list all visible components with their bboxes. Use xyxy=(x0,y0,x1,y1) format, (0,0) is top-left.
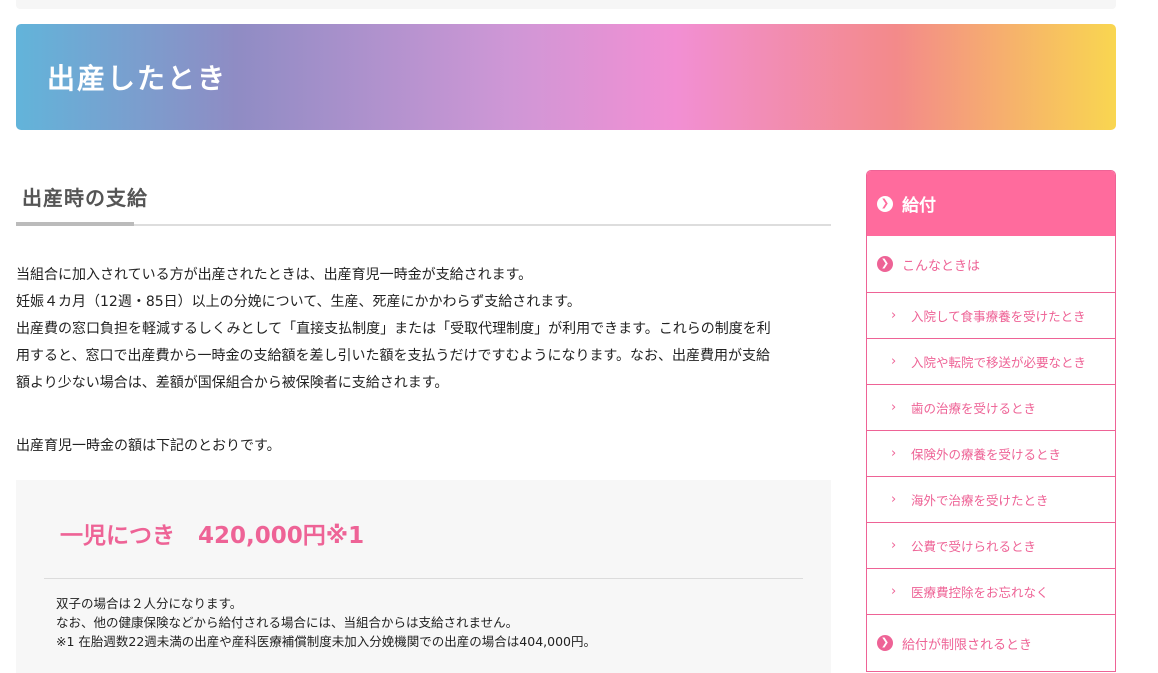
chevron-right-icon: › xyxy=(891,400,897,415)
sidebar-header-label: 給付 xyxy=(902,196,936,216)
page-hero-banner: 出産したとき xyxy=(16,24,1116,130)
sidebar-item-label: 医療費控除をお忘れなく xyxy=(911,585,1049,600)
sidebar-category-label: 給付が制限されるとき xyxy=(902,637,1033,653)
sidebar-header[interactable]: ❯ 給付 xyxy=(867,171,1115,236)
sidebar-nav: ❯ 給付 ❯ こんなときは › 入院して食事療養を受けたとき › 入院や転院で移… xyxy=(866,170,1116,672)
sidebar-item-label: 入院して食事療養を受けたとき xyxy=(911,309,1086,324)
paragraph-line: 出産費の窓口負担を軽減するしくみとして「直接支払制度」または「受取代理制度」が利… xyxy=(16,321,771,337)
sidebar-item-iryohi-kojo[interactable]: › 医療費控除をお忘れなく xyxy=(867,569,1115,615)
section-heading-text: 出産時の支給 xyxy=(22,186,148,210)
sidebar-item-shokuji-ryoyo[interactable]: › 入院して食事療養を受けたとき xyxy=(867,293,1115,339)
benefit-notes: 双子の場合は２人分になります。 なお、他の健康保険などから給付される場合には、当… xyxy=(56,594,596,651)
sidebar-item-label: 入院や転院で移送が必要なとき xyxy=(911,355,1087,370)
description-paragraph: 当組合に加入されている方が出産されたときは、出産育児一時金が支給されます。 妊娠… xyxy=(16,262,831,397)
section-heading: 出産時の支給 xyxy=(16,170,831,226)
main-content: 出産時の支給 当組合に加入されている方が出産されたときは、出産育児一時金が支給さ… xyxy=(16,170,831,673)
paragraph-line: 妊娠４カ月（12週・85日）以上の分娩について、生産、死産にかかわらず支給されま… xyxy=(16,294,581,310)
page-title: 出産したとき xyxy=(47,62,228,95)
benefit-note: 双子の場合は２人分になります。 xyxy=(56,596,243,611)
sidebar-item-hokengai-ryoyo[interactable]: › 保険外の療養を受けるとき xyxy=(867,431,1115,477)
chevron-right-icon: › xyxy=(891,446,897,461)
sidebar-category-kyufu-seigen[interactable]: ❯ 給付が制限されるとき xyxy=(867,615,1115,671)
benefit-note: ※1 在胎週数22週未満の出産や産科医療補償制度未加入分娩機関での出産の場合は4… xyxy=(56,634,596,649)
sidebar-item-kohi[interactable]: › 公費で受けられるとき xyxy=(867,523,1115,569)
amount-intro-text: 出産育児一時金の額は下記のとおりです。 xyxy=(16,438,281,454)
chevron-right-icon: › xyxy=(891,584,897,599)
benefit-amount: 一児につき 420,000円※1 xyxy=(60,523,365,549)
top-strip xyxy=(16,0,1116,9)
chevron-right-icon: › xyxy=(891,308,897,323)
benefit-divider xyxy=(44,578,803,579)
paragraph-line: 用すると、窓口で出産費から一時金の支給額を差し引いた額を支払うだけですむようにな… xyxy=(16,348,771,364)
chevron-right-icon: › xyxy=(891,354,897,369)
sidebar-item-ha-no-chiryo[interactable]: › 歯の治療を受けるとき xyxy=(867,385,1115,431)
chevron-right-icon: › xyxy=(891,538,897,553)
sidebar-item-label: 保険外の療養を受けるとき xyxy=(911,447,1062,462)
chevron-right-icon: › xyxy=(891,492,897,507)
chevron-right-circle-icon: ❯ xyxy=(877,195,893,212)
benefit-amount-box: 一児につき 420,000円※1 双子の場合は２人分になります。 なお、他の健康… xyxy=(16,480,831,673)
sidebar-item-label: 公費で受けられるとき xyxy=(911,539,1037,554)
paragraph-line: 額より少ない場合は、差額が国保組合から被保険者に支給されます。 xyxy=(16,375,449,391)
sidebar-category-label: こんなときは xyxy=(902,258,981,274)
sidebar-item-iso[interactable]: › 入院や転院で移送が必要なとき xyxy=(867,339,1115,385)
chevron-right-circle-icon: ❯ xyxy=(877,256,893,272)
sidebar-category-konna-toki[interactable]: ❯ こんなときは xyxy=(867,236,1115,293)
paragraph-line: 当組合に加入されている方が出産されたときは、出産育児一時金が支給されます。 xyxy=(16,267,533,283)
sidebar-item-kaigai-chiryo[interactable]: › 海外で治療を受けたとき xyxy=(867,477,1115,523)
sidebar-item-label: 歯の治療を受けるとき xyxy=(911,401,1037,416)
sidebar-item-label: 海外で治療を受けたとき xyxy=(911,493,1049,508)
chevron-right-circle-icon: ❯ xyxy=(877,635,893,651)
benefit-note: なお、他の健康保険などから給付される場合には、当組合からは支給されません。 xyxy=(56,615,519,630)
section-heading-underline xyxy=(16,222,134,226)
